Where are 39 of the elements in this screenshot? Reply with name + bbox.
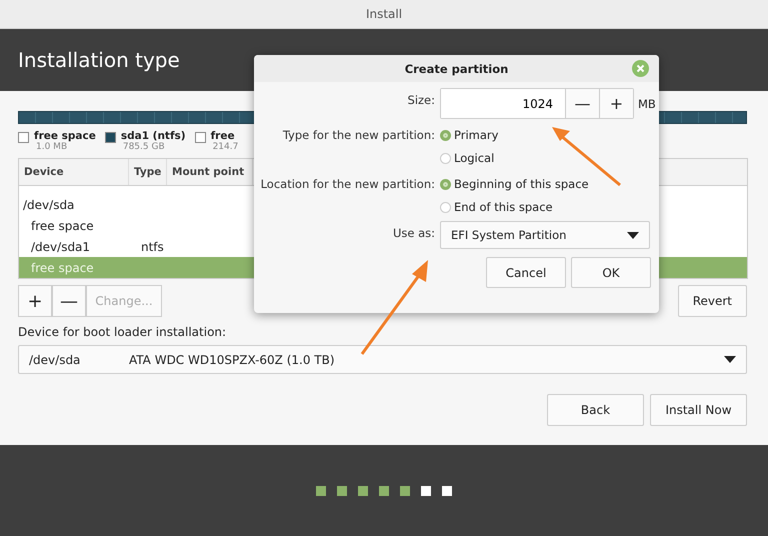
radio-option[interactable]: Logical [440,148,656,168]
radio-option[interactable]: Beginning of this space [440,174,656,194]
window-title: Install [366,7,402,21]
page-title: Installation type [18,48,180,72]
column-header[interactable]: Mount point [167,159,253,185]
use-as-label: Use as: [392,225,435,240]
size-label: Size: [406,92,435,107]
legend-size: 214.7 [212,142,238,152]
legend-size: 785.5 GB [122,142,166,152]
location-label: Location for the new partition: [260,176,435,191]
radio-option[interactable]: End of this space [440,197,656,217]
table-button[interactable]: + [18,285,52,317]
boot-loader-label: Device for boot loader installation: [18,325,228,339]
type-cell: ntfs [141,240,164,254]
footer-button[interactable]: Install Now [650,394,747,426]
device-cell-text: free space [30,260,95,274]
table-button[interactable]: — [52,285,86,317]
caret-icon [724,356,736,363]
unit-label: MB [638,96,656,110]
legend-label: sda1 (ntfs) [120,130,186,142]
close-icon[interactable] [632,60,649,77]
footer-button[interactable]: Back [547,394,644,426]
device-description: ATA WDC WD10SPZX-60Z (1.0 TB) [129,352,336,366]
column-header[interactable]: Type [129,159,167,185]
boot-loader-dropdown[interactable]: /dev/sda ATA WDC WD10SPZX-60Z (1.0 TB) [18,345,747,374]
use-as-dropdown[interactable]: EFI System Partition [440,221,650,249]
device-cell-text: /dev/sda1 [30,240,92,254]
caret-icon [627,232,639,238]
dialog-button[interactable]: OK [571,257,651,288]
revert-button[interactable]: Revert [678,285,747,317]
column-header[interactable]: Device [19,159,129,185]
dialog-button[interactable]: Cancel [486,257,566,288]
legend-size: 1.0 MB [35,142,68,152]
dialog-title: Create partition [404,62,508,76]
device-name: /dev/sda [29,352,82,366]
radio-option[interactable]: Primary [440,125,656,145]
legend-label: free space [34,130,96,142]
legend-label: free [210,130,236,142]
type-label: Type for the new partition: [282,127,435,142]
